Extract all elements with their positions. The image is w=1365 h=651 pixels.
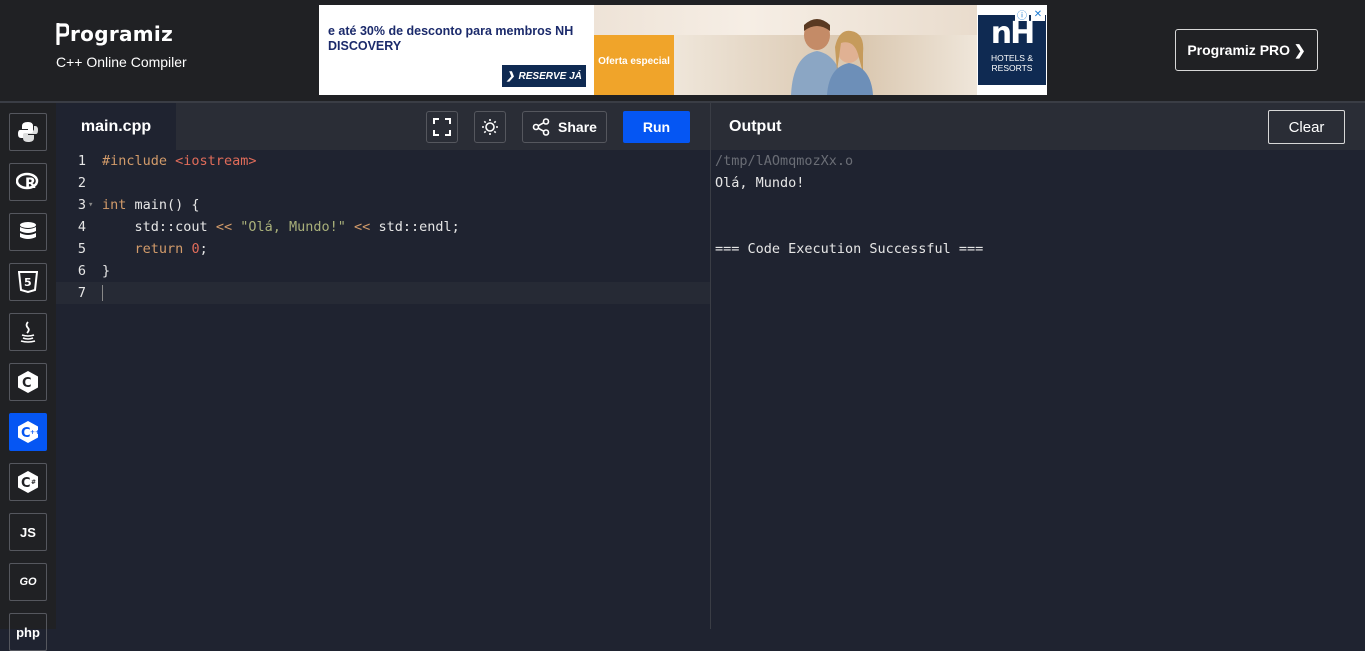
go-language-button[interactable]: GO [9,563,47,601]
editor-toolbar: main.cpp Share Run [56,101,710,150]
php-language-button[interactable]: php [9,613,47,651]
code-token: std::cout [134,219,208,235]
programiz-logo[interactable]: rogramiz C++ Online Compiler [56,22,187,70]
svg-text:#: # [31,479,36,486]
run-button[interactable]: Run [623,111,690,143]
code-token: main() { [126,197,200,213]
code-token: return [134,241,184,257]
fullscreen-button[interactable] [426,111,458,143]
top-header: rogramiz C++ Online Compiler e até 30% d… [0,0,1365,101]
php-label: php [16,624,40,640]
svg-text:5: 5 [24,276,32,289]
code-line-active: 7 [56,282,710,304]
code-token: "Olá, Mundo!" [240,219,346,235]
page-subtitle: C++ Online Compiler [56,54,187,70]
sql-language-button[interactable] [9,213,47,251]
theme-toggle-button[interactable] [474,111,506,143]
code-line: 5 return 0; [56,238,710,260]
code-token: int [102,197,127,213]
code-line: 3 ▾ int main() { [56,194,710,216]
code-text: return 0; [102,238,208,260]
java-icon [20,321,36,343]
sun-icon [482,119,498,135]
advertisement-banner[interactable]: e até 30% de desconto para membros NH DI… [319,5,1047,95]
code-token: ; [199,241,208,257]
code-token: << [215,219,233,235]
line-number: 7 [77,285,86,301]
nh-logo-subtext: HOTELS & RESORTS [990,53,1034,73]
code-line: 6 } [56,260,710,282]
ad-reserve-label: RESERVE JÁ [518,70,582,82]
fullscreen-icon [433,118,451,136]
r-icon: R [16,172,39,192]
c-icon: C [18,371,38,393]
code-text: } [102,263,111,279]
ad-controls: ⓘ ✕ [1015,7,1045,22]
csharp-language-button[interactable]: C # [9,463,47,501]
line-number: 5 [77,241,86,257]
text-cursor [102,285,103,301]
csharp-icon: C # [18,471,38,493]
code-line: 4 std::cout << "Olá, Mundo!" << std::end… [56,216,710,238]
database-icon [20,222,36,239]
js-label: JS [20,524,36,540]
output-line: /tmp/lAOmqmozXx.o [715,153,854,169]
line-number: 6 [77,263,86,279]
code-token: 0 [191,241,200,257]
share-icon [532,118,550,136]
ad-close-icon[interactable]: ✕ [1031,7,1045,21]
code-line: 2 [56,172,710,194]
ad-info-icon[interactable]: ⓘ [1015,7,1029,22]
line-number: 4 [77,219,86,235]
share-button[interactable]: Share [522,111,607,143]
code-token: std::endl; [378,219,460,235]
programiz-pro-button[interactable]: Programiz PRO ❯ [1175,29,1318,71]
html5-icon: 5 [18,271,38,293]
html-language-button[interactable]: 5 [9,263,47,301]
share-label: Share [558,119,597,135]
r-language-button[interactable]: R [9,163,47,201]
output-toolbar: Output Clear [711,101,1365,150]
code-token: #include [102,153,168,169]
ad-text: e até 30% de desconto para membros NH DI… [328,24,574,53]
code-token: << [354,219,371,235]
code-text: #include <iostream> [102,150,256,172]
svg-text:++: ++ [30,429,39,436]
code-text: std::cout << "Olá, Mundo!" << std::endl; [102,216,460,238]
cpp-language-button[interactable]: C ++ [9,413,47,451]
ad-reserve-button[interactable]: ❯ RESERVE JÁ [502,65,586,87]
line-number: 3 [77,197,86,213]
code-text: int main() { [102,194,200,216]
python-icon [18,122,38,142]
go-label: GO [19,576,37,588]
ad-offer-badge: Oferta especial [594,35,674,95]
line-number: 2 [77,175,86,191]
nh-hotels-logo: nH HOTELS & RESORTS [978,15,1046,85]
output-title: Output [729,118,782,135]
python-language-button[interactable] [9,113,47,151]
svg-text:R: R [25,176,36,192]
cpp-icon: C ++ [18,421,39,443]
line-number: 1 [77,153,86,169]
chevron-right-icon: ❯ [506,70,515,82]
c-language-button[interactable]: C [9,363,47,401]
language-sidebar: R 5 C C ++ C # JS GO php [0,101,56,651]
logo-wordmark: rogramiz [56,22,187,46]
brand-name: rogramiz [70,22,174,46]
tab-main-cpp[interactable]: main.cpp [56,103,176,150]
output-line: === Code Execution Successful === [715,241,984,257]
javascript-language-button[interactable]: JS [9,513,47,551]
fold-arrow-icon[interactable]: ▾ [88,194,93,216]
code-token: <iostream> [175,153,257,169]
ad-couple-photo [791,19,873,95]
clear-button[interactable]: Clear [1268,110,1345,144]
code-editor[interactable]: 1 #include <iostream> 2 3 ▾ int main() {… [56,150,710,629]
programiz-logo-icon [56,23,69,45]
svg-text:C: C [21,476,31,491]
output-line: Olá, Mundo! [715,175,805,191]
output-console: /tmp/lAOmqmozXx.o Olá, Mundo! === Code E… [711,150,1365,629]
svg-text:C: C [22,376,32,391]
java-language-button[interactable] [9,313,47,351]
code-line: 1 #include <iostream> [56,150,710,172]
